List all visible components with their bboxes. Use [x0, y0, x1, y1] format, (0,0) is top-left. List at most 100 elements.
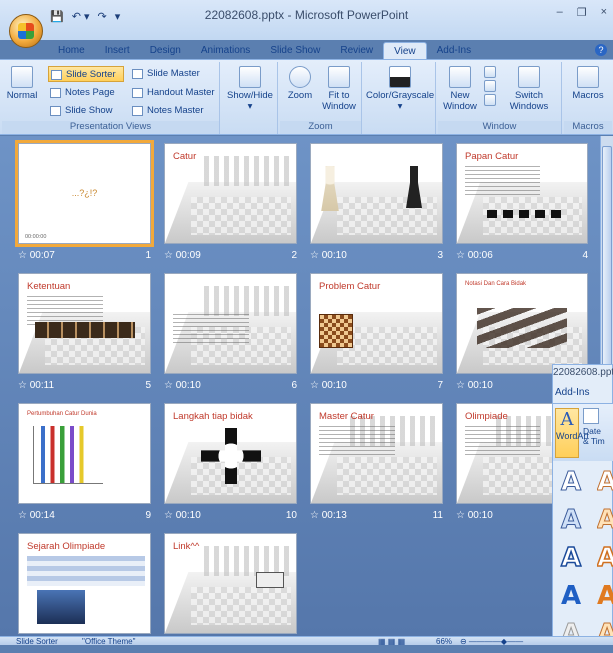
zoom-icon — [289, 66, 311, 88]
slide-4-caption: ☆ 00:06 4 — [456, 250, 588, 264]
slide-5-timing[interactable]: ☆ 00:11 — [18, 380, 54, 391]
slide-thumbnail-5[interactable]: Ketentuan — [18, 273, 151, 374]
notes-page-label: Notes Page — [65, 87, 115, 98]
color-grayscale-button[interactable]: Color/Grayscale ▾ — [366, 66, 434, 112]
status-zoom-level[interactable]: 66% — [436, 637, 452, 645]
link-image — [256, 572, 284, 588]
slide-thumbnail-4[interactable]: Papan Catur — [456, 143, 588, 244]
slide-sorter-pane[interactable]: ...?¿!? 00:00:00 ☆ 00:07 1 Catur ☆ 00:09 2… — [0, 136, 613, 636]
slide-6-timing[interactable]: ☆ 00:10 — [164, 380, 201, 391]
wordart-style-row[interactable]: AA — [555, 501, 613, 539]
arrange-buttons[interactable] — [482, 66, 498, 108]
olympiad-table — [27, 556, 145, 586]
view-buttons[interactable]: ▦ ▦ ▦ — [378, 637, 405, 645]
status-theme[interactable]: "Office Theme" — [82, 637, 135, 645]
slide-thumbnail-6[interactable] — [164, 273, 297, 374]
slide-1-timing[interactable]: ☆ 00:07 — [18, 250, 55, 261]
wordart-style-row[interactable]: AA — [555, 539, 613, 577]
help-icon[interactable]: ? — [595, 44, 607, 56]
fit-to-window-button[interactable]: Fit to Window — [318, 66, 360, 112]
tab-home[interactable]: Home — [48, 42, 95, 60]
wordart-style-icon[interactable]: A — [560, 542, 582, 574]
chess-pieces-image — [204, 155, 291, 186]
notes-master-button[interactable]: Notes Master — [130, 103, 204, 119]
slide-thumbnail-7[interactable]: Problem Catur — [310, 273, 443, 374]
slide-1-text: ...?¿!? — [71, 188, 98, 198]
slide-master-button[interactable]: Slide Master — [130, 66, 200, 82]
slide-10-title: Langkah tiap bidak — [173, 411, 253, 422]
slide-3-timing[interactable]: ☆ 00:10 — [310, 250, 347, 261]
wordart-style-row[interactable]: AA — [555, 577, 613, 615]
fit-to-window-icon — [328, 66, 350, 88]
slide-2-timing[interactable]: ☆ 00:09 — [164, 250, 201, 261]
slide-4-timing[interactable]: ☆ 00:06 — [456, 250, 493, 261]
slide-thumbnail-10[interactable]: Langkah tiap bidak — [164, 403, 297, 504]
background-powerpoint-window[interactable]: 22082608.pptx Add-Ins A WordArt Date & Tim… — [552, 364, 613, 650]
slide-9-caption: ☆ 00:14 9 — [18, 510, 151, 524]
switch-windows-button[interactable]: Switch Windows — [502, 66, 556, 112]
tab-add-ins[interactable]: Add-Ins — [427, 42, 481, 60]
slide-11-timing[interactable]: ☆ 00:13 — [310, 510, 347, 521]
chessboard-squares — [191, 587, 291, 626]
wordart-style-icon[interactable]: A — [597, 581, 613, 611]
wordart-style-icon[interactable]: A — [560, 467, 581, 498]
tab-design[interactable]: Design — [140, 42, 191, 60]
wordart-style-icon[interactable]: A — [597, 505, 613, 535]
slide-10-timing[interactable]: ☆ 00:10 — [164, 510, 201, 521]
group-presentation-views: Normal Slide Sorter Notes Page Slide Sho… — [2, 62, 220, 134]
slide-show-button[interactable]: Slide Show — [48, 103, 113, 119]
time-label: & Tim — [583, 436, 605, 446]
slide-8-timing[interactable]: ☆ 00:10 — [456, 380, 493, 391]
tab-view[interactable]: View — [383, 42, 427, 60]
office-button[interactable] — [9, 14, 43, 48]
tab-animations[interactable]: Animations — [191, 42, 260, 60]
show-hide-button[interactable]: Show/Hide ▾ — [226, 66, 274, 112]
slide-6-body-text — [173, 314, 249, 344]
normal-view-button[interactable]: Normal — [4, 66, 40, 101]
slide-7-title: Problem Catur — [319, 281, 381, 292]
wordart-style-icon[interactable]: A — [560, 505, 581, 536]
wordart-icon: A — [560, 409, 574, 430]
slide-sorter-button[interactable]: Slide Sorter — [48, 66, 124, 82]
wordart-style-icon[interactable]: A — [561, 581, 581, 611]
macros-button[interactable]: Macros — [566, 66, 610, 101]
zoom-slider[interactable]: ⊖ ————◆—— — [460, 637, 523, 645]
slide-master-icon — [132, 69, 143, 79]
new-window-button[interactable]: New Window — [440, 66, 480, 112]
slide-thumbnail-13[interactable]: Sejarah Olimpiade — [18, 533, 151, 634]
restore-button[interactable]: ❐ — [577, 6, 587, 19]
tab-slide-show[interactable]: Slide Show — [260, 42, 330, 60]
slide-thumbnail-8[interactable]: Notasi Dan Cara Bidak — [456, 273, 588, 374]
scrollbar-thumb[interactable] — [602, 146, 612, 366]
tab-insert[interactable]: Insert — [95, 42, 140, 60]
wordart-button[interactable]: A WordArt — [555, 408, 589, 458]
normal-view-icon — [11, 66, 33, 88]
slide-thumbnail-9[interactable]: Pertumbuhan Catur Dunia — [18, 403, 151, 504]
slide-thumbnail-14[interactable]: Link^^ — [164, 533, 297, 634]
tab-review[interactable]: Review — [330, 42, 383, 60]
slide-12-timing[interactable]: ☆ 00:10 — [456, 510, 493, 521]
group-label-window: Window — [438, 121, 561, 134]
slide-thumbnail-2[interactable]: Catur — [164, 143, 297, 244]
slide-7-timing[interactable]: ☆ 00:10 — [310, 380, 347, 391]
notes-page-button[interactable]: Notes Page — [48, 85, 115, 101]
slide-thumbnail-3[interactable] — [310, 143, 443, 244]
slide-12-time: 00:10 — [467, 510, 493, 521]
wordart-style-row[interactable]: AA — [555, 615, 613, 653]
handout-master-button[interactable]: Handout Master — [130, 85, 215, 101]
board-squares-image — [487, 210, 567, 218]
date-time-button[interactable]: Date & Tim — [583, 408, 613, 446]
dropdown-arrow-icon: ▾ — [397, 101, 403, 112]
close-button[interactable]: × — [601, 6, 607, 19]
wordart-style-icon[interactable]: A — [597, 467, 613, 497]
slide-thumbnail-11[interactable]: Master Catur — [310, 403, 443, 504]
tab-add-ins-background[interactable]: Add-Ins — [555, 387, 589, 398]
wordart-style-icon[interactable]: A — [597, 543, 613, 573]
slide-thumbnail-1[interactable]: ...?¿!? 00:00:00 — [15, 140, 154, 247]
zoom-button[interactable]: Zoom — [284, 66, 316, 101]
slide-7-caption: ☆ 00:10 7 — [310, 380, 443, 394]
slide-9-timing[interactable]: ☆ 00:14 — [18, 510, 55, 521]
wordart-style-row[interactable]: AA — [555, 463, 613, 501]
minimize-button[interactable]: – — [557, 6, 563, 19]
slide-4-time: 00:06 — [467, 250, 493, 261]
